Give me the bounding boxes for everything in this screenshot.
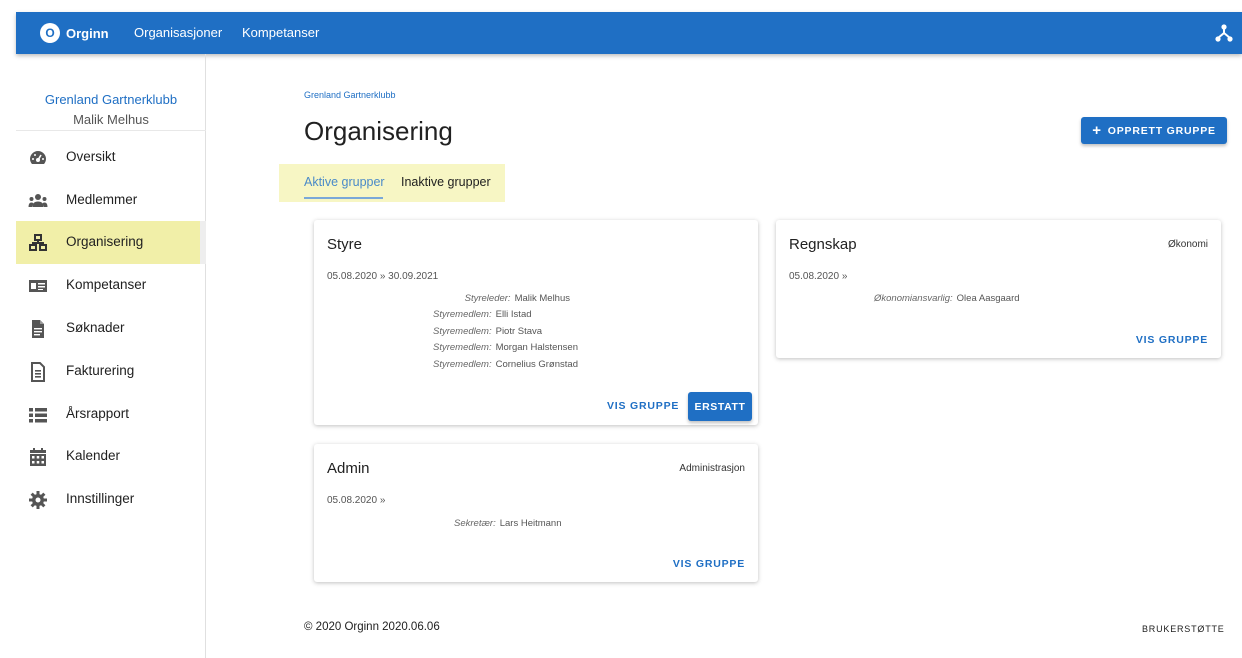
calendar-icon (30, 448, 46, 466)
sidebar-item-label: Årsrapport (66, 406, 130, 421)
invoice-icon (31, 362, 45, 382)
role-row: Sekretær: Lars Heitmann (454, 518, 562, 529)
role-person: Lars Heitmann (499, 518, 562, 529)
document-icon (32, 320, 44, 338)
sidebar-item-label: Organisering (66, 234, 144, 249)
nav-kompetanser[interactable]: Kompetanser (242, 25, 319, 40)
tab-aktive-grupper[interactable]: Aktive grupper (304, 175, 385, 189)
plus-icon: + (1092, 122, 1102, 139)
sidebar-item-fakturering[interactable]: Fakturering (16, 350, 206, 393)
role-row: Styremedlem: Elli Istad (433, 309, 532, 320)
create-group-label: OPPRETT GRUPPE (1107, 124, 1216, 137)
view-group-button[interactable]: VIS GRUPPE (673, 558, 745, 570)
role-row: Styremedlem: Piotr Stava (433, 326, 542, 337)
organization-icon (29, 234, 47, 251)
people-icon (28, 194, 48, 207)
role-person: Morgan Halstensen (495, 342, 578, 353)
role-title: Styreleder: (464, 293, 511, 304)
role-title: Styremedlem: (433, 359, 492, 370)
sidebar-divider (16, 130, 206, 131)
sidebar-item-kompetanser[interactable]: Kompetanser (16, 264, 206, 307)
group-name: Regnskap (789, 236, 857, 253)
role-person: Olea Aasgaard (956, 293, 1020, 304)
sidebar-item-label: Oversikt (66, 149, 116, 164)
sidebar-item-arsrapport[interactable]: Årsrapport (16, 393, 206, 436)
group-card-styre: Styre 05.08.2020 » 30.09.2021 Styreleder… (314, 220, 758, 425)
group-name: Admin (327, 460, 370, 477)
support-link[interactable]: BRUKERSTØTTE (1142, 624, 1225, 634)
role-person: Elli Istad (495, 309, 532, 320)
sidebar-item-label: Kompetanser (66, 277, 147, 292)
app-name: Orginn (66, 25, 109, 41)
sidebar-item-medlemmer[interactable]: Medlemmer (16, 179, 206, 222)
sidebar-scrollbar (200, 221, 206, 264)
create-group-button[interactable]: + OPPRETT GRUPPE (1081, 117, 1227, 144)
breadcrumb[interactable]: Grenland Gartnerklubb (304, 90, 396, 100)
role-title: Styremedlem: (433, 309, 492, 320)
group-card-regnskap: Regnskap Økonomi 05.08.2020 » Økonomians… (776, 220, 1221, 358)
id-card-icon (29, 280, 47, 292)
role-person: Malik Melhus (514, 293, 570, 304)
group-tabs: Aktive grupper Inaktive grupper (279, 164, 505, 202)
sidebar-item-organisering[interactable]: Organisering (16, 221, 200, 264)
list-icon (29, 408, 47, 423)
group-period: 05.08.2020 » (327, 495, 386, 506)
top-app-bar: O Orginn Organisasjoner Kompetanser (16, 12, 1242, 54)
group-name: Styre (327, 236, 363, 253)
active-tab-indicator (304, 197, 383, 199)
role-row: Styremedlem: Cornelius Grønstad (433, 359, 578, 370)
sidebar-item-label: Medlemmer (66, 192, 138, 207)
role-person: Piotr Stava (495, 326, 543, 337)
role-title: Sekretær: (454, 518, 496, 529)
sidebar-item-innstillinger[interactable]: Innstillinger (16, 478, 206, 521)
role-row: Økonomiansvarlig: Olea Aasgaard (874, 293, 1020, 304)
logo-mark-icon: O (40, 23, 60, 43)
group-period: 05.08.2020 » 30.09.2021 (327, 271, 439, 282)
view-group-button[interactable]: VIS GRUPPE (1136, 334, 1208, 346)
group-card-admin: Admin Administrasjon 05.08.2020 » Sekret… (314, 444, 758, 582)
sidebar: Grenland Gartnerklubb Malik Melhus Overs… (16, 54, 206, 658)
sidebar-item-label: Kalender (66, 448, 121, 463)
page-title: Organisering (304, 116, 453, 146)
tab-inaktive-grupper[interactable]: Inaktive grupper (401, 175, 491, 189)
replace-group-button[interactable]: ERSTATT (688, 392, 752, 421)
sidebar-item-soknader[interactable]: Søknader (16, 307, 206, 350)
app-logo[interactable]: O Orginn (40, 22, 109, 44)
role-row: Styreleder: Malik Melhus (465, 293, 570, 304)
share-network-icon[interactable] (1214, 23, 1234, 43)
role-title: Styremedlem: (433, 342, 492, 353)
sidebar-item-label: Innstillinger (66, 491, 135, 506)
sidebar-item-label: Fakturering (66, 363, 135, 378)
group-type: Økonomi (1167, 239, 1208, 250)
sidebar-user-name: Malik Melhus (73, 112, 149, 127)
nav-organisasjoner[interactable]: Organisasjoner (134, 25, 222, 40)
sidebar-org-name[interactable]: Grenland Gartnerklubb (16, 92, 206, 107)
role-person: Cornelius Grønstad (495, 359, 578, 370)
gear-icon (29, 491, 47, 509)
dashboard-icon (30, 151, 46, 164)
sidebar-item-oversikt[interactable]: Oversikt (16, 136, 206, 179)
group-period: 05.08.2020 » (789, 271, 848, 282)
role-row: Styremedlem: Morgan Halstensen (433, 342, 578, 353)
role-title: Økonomiansvarlig: (874, 293, 953, 304)
footer-copyright: © 2020 Orginn 2020.06.06 (304, 621, 440, 633)
view-group-button[interactable]: VIS GRUPPE (607, 400, 679, 412)
sidebar-item-label: Søknader (66, 320, 125, 335)
group-type: Administrasjon (679, 463, 745, 474)
sidebar-item-kalender[interactable]: Kalender (16, 435, 206, 478)
role-title: Styremedlem: (433, 326, 492, 337)
